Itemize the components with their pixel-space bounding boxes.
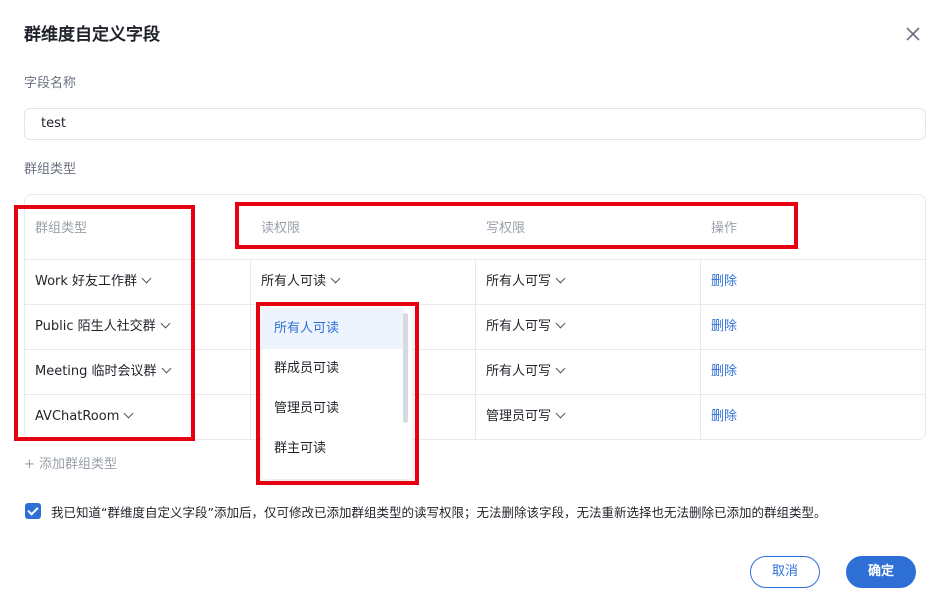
delete-link[interactable]: 删除: [711, 260, 737, 305]
write-select[interactable]: 所有人可写: [486, 260, 566, 305]
write-select[interactable]: 管理员可写: [486, 395, 566, 439]
chevron-down-icon: [141, 273, 152, 284]
dropdown-option[interactable]: 所有人可读: [262, 309, 404, 349]
read-select[interactable]: 所有人可读: [261, 260, 341, 305]
delete-link[interactable]: 删除: [711, 395, 737, 439]
dropdown-option[interactable]: 管理员可读: [262, 389, 404, 429]
chevron-down-icon: [555, 318, 566, 329]
dropdown-option[interactable]: 群成员可读: [262, 349, 404, 389]
group-type-select[interactable]: Work 好友工作群: [35, 260, 152, 305]
ok-button[interactable]: 确定: [846, 556, 916, 588]
group-type-select[interactable]: AVChatRoom: [35, 395, 134, 439]
chevron-down-icon: [161, 363, 171, 374]
table-row: Meeting 临时会议群 所有人可写 删除: [25, 350, 925, 395]
chevron-down-icon: [330, 273, 341, 284]
group-type-table: 群组类型 读权限 写权限 操作 Work 好友工作群 所有人可读 所有人可写 删…: [24, 194, 926, 440]
table-row: Work 好友工作群 所有人可读 所有人可写 删除: [25, 260, 925, 305]
delete-link[interactable]: 删除: [711, 305, 737, 350]
group-type-select[interactable]: Meeting 临时会议群: [35, 350, 171, 395]
chevron-down-icon: [123, 408, 134, 419]
table-row: Public 陌生人社交群 所有人可写 删除: [25, 305, 925, 350]
chevron-down-icon: [555, 363, 566, 374]
header-read: 读权限: [261, 221, 301, 236]
acknowledge-text: 我已知道“群维度自定义字段”添加后，仅可修改已添加群组类型的读写权限；无法删除该…: [51, 505, 827, 520]
dialog-title: 群维度自定义字段: [24, 25, 160, 45]
header-group-type: 群组类型: [35, 221, 88, 236]
cancel-button[interactable]: 取消: [750, 556, 820, 588]
dropdown-scrollbar[interactable]: [403, 313, 408, 423]
field-name-label: 字段名称: [24, 76, 77, 91]
header-write: 写权限: [486, 221, 526, 236]
field-name-input[interactable]: test: [24, 108, 926, 140]
group-type-section-label: 群组类型: [24, 162, 77, 177]
dropdown-option[interactable]: 群主可读: [262, 429, 404, 469]
table-header: 群组类型 读权限 写权限 操作: [25, 195, 925, 260]
chevron-down-icon: [555, 408, 566, 419]
delete-link[interactable]: 删除: [711, 350, 737, 395]
add-group-type-link[interactable]: + 添加群组类型: [24, 453, 117, 472]
custom-field-dialog: 群维度自定义字段 字段名称 test 群组类型 群组类型 读权限 写权限 操作 …: [0, 0, 950, 612]
chevron-down-icon: [160, 318, 171, 329]
close-icon[interactable]: [903, 24, 923, 44]
write-select[interactable]: 所有人可写: [486, 350, 566, 395]
header-action: 操作: [711, 221, 738, 236]
group-type-select[interactable]: Public 陌生人社交群: [35, 305, 171, 350]
chevron-down-icon: [555, 273, 566, 284]
read-permission-dropdown: 所有人可读 群成员可读 管理员可读 群主可读: [262, 309, 412, 479]
acknowledge-checkbox[interactable]: [25, 503, 41, 519]
table-row: AVChatRoom 管理员可写 删除: [25, 395, 925, 439]
write-select[interactable]: 所有人可写: [486, 305, 566, 350]
